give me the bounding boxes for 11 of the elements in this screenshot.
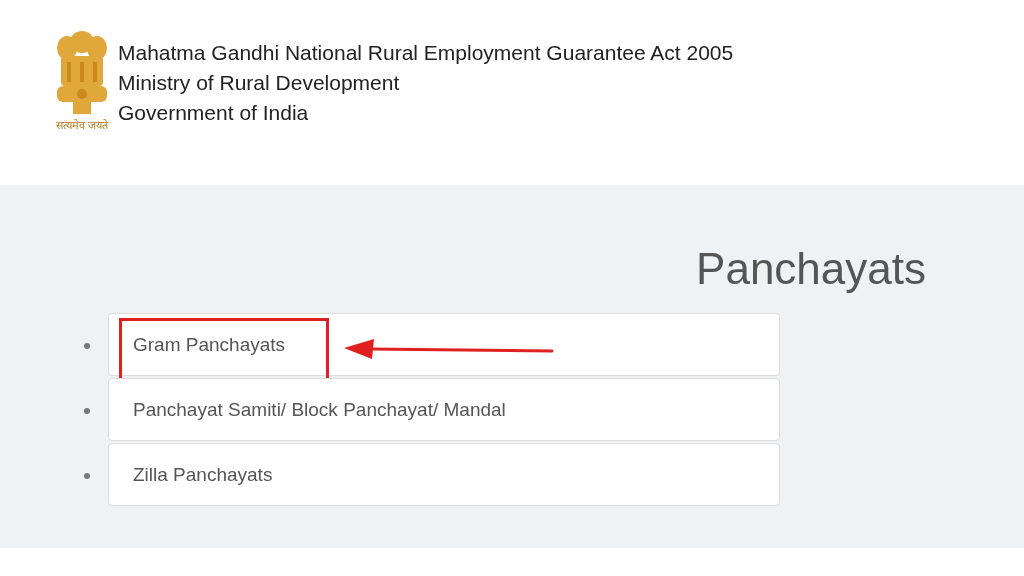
list-link[interactable]: Panchayat Samiti/ Block Panchayat/ Mandal	[108, 378, 780, 441]
motto: सत्यमेव जयते	[55, 120, 109, 131]
header-title: Ministry of Rural Development	[118, 70, 401, 96]
header-title: Mahatma Gandhi National Rural Employment Guarantee Act 2005	[118, 40, 734, 66]
list-link[interactable]: Zilla Panchayats	[108, 443, 780, 506]
arrow-icon	[344, 339, 554, 359]
page-heading: Panchayats	[696, 247, 926, 291]
bullet-icon	[84, 472, 90, 479]
header-title: Government of India	[118, 100, 310, 126]
bullet-icon	[84, 407, 90, 414]
bullet-icon	[84, 342, 90, 349]
